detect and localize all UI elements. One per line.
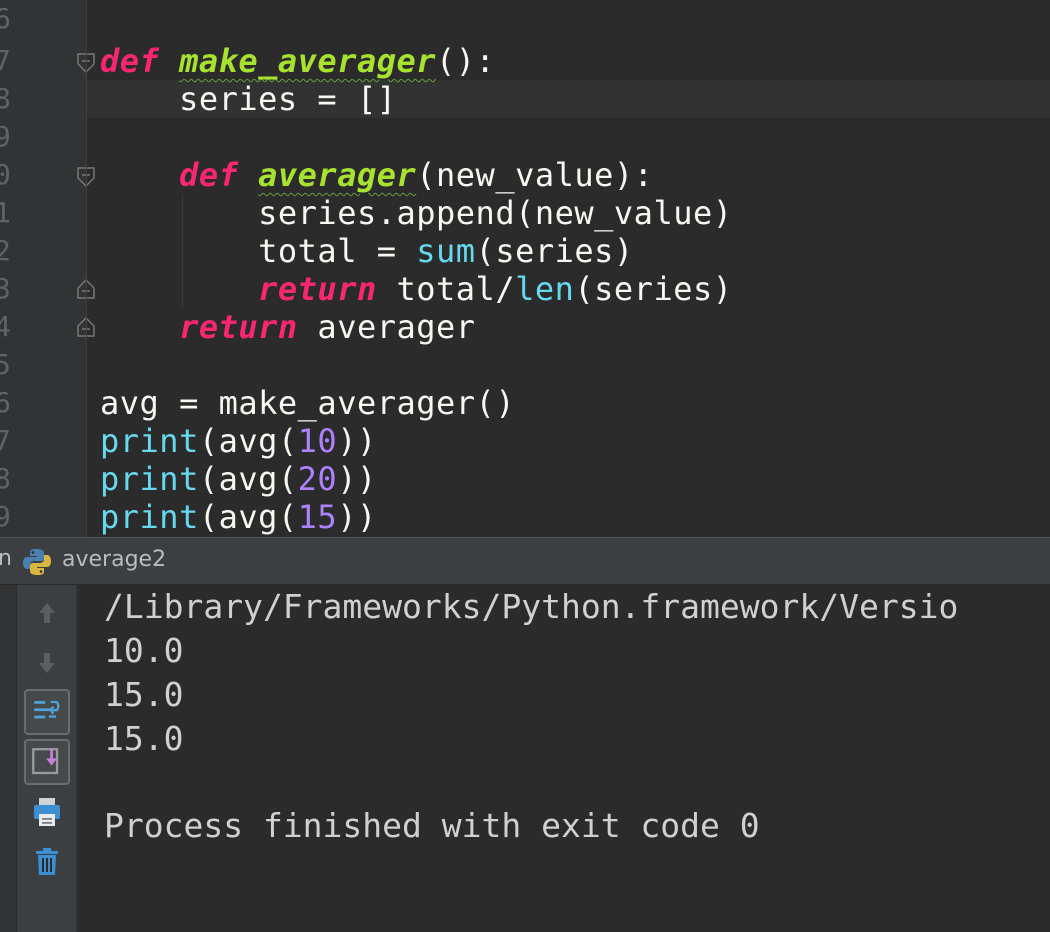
soft-wrap-icon[interactable] — [24, 689, 70, 735]
down-arrow-icon[interactable] — [24, 639, 70, 685]
code-line: return total/len(series) — [258, 270, 733, 308]
up-arrow-icon[interactable] — [24, 591, 70, 637]
toolbar-separator — [76, 585, 78, 932]
code-line: print(avg(20)) — [100, 460, 377, 498]
code-line: series = [] — [100, 80, 397, 118]
code-line: def make_averager(): — [100, 42, 496, 80]
run-window-title: n — [0, 546, 12, 571]
line-number: 8 — [0, 82, 11, 115]
line-number: 2 — [0, 234, 11, 267]
code-line: print(avg(10)) — [100, 422, 377, 460]
scroll-to-end-icon[interactable] — [24, 739, 70, 785]
code-line: series.append(new_value) — [100, 194, 733, 232]
console-output-line: 10.0 — [104, 631, 184, 670]
code-line: print(avg(15)) — [100, 498, 377, 536]
line-number: 3 — [0, 272, 11, 305]
line-number: 5 — [0, 348, 11, 381]
console-output-line: /Library/Frameworks/Python.framework/Ver… — [104, 587, 959, 626]
line-number: 9 — [0, 120, 11, 153]
line-number-gutter: 6 7 8 9 0 1 2 3 4 5 6 7 8 9 — [0, 0, 95, 537]
console-output-line: 15.0 — [104, 675, 184, 714]
run-tool-window-header: n average2 — [0, 537, 1050, 585]
line-number: 1 — [0, 196, 11, 229]
line-number: 9 — [0, 500, 11, 533]
print-icon[interactable] — [24, 789, 70, 835]
run-config-tab[interactable]: average2 — [62, 547, 166, 572]
code-line: avg = make_averager() — [100, 384, 516, 422]
run-console[interactable]: /Library/Frameworks/Python.framework/Ver… — [0, 585, 1050, 932]
console-toolbar — [0, 585, 76, 932]
code-line: return averager — [179, 308, 476, 346]
trash-icon[interactable] — [24, 839, 70, 885]
line-number: 6 — [0, 386, 11, 419]
line-number: 7 — [0, 424, 11, 457]
line-number: 6 — [0, 2, 11, 35]
python-icon — [23, 549, 51, 575]
code-line: total = sum(series) — [100, 232, 634, 270]
console-output-line: 15.0 — [104, 719, 184, 758]
line-number: 4 — [0, 310, 11, 343]
console-output-line: Process finished with exit code 0 — [104, 806, 760, 845]
line-number: 7 — [0, 44, 11, 77]
code-editor[interactable]: 6 7 8 9 0 1 2 3 4 5 6 7 8 9 def make_ave… — [0, 0, 1050, 537]
tool-window-stripe — [0, 585, 17, 932]
code-line: def averager(new_value): — [179, 156, 654, 194]
line-number: 8 — [0, 462, 11, 495]
line-number: 0 — [0, 158, 11, 191]
